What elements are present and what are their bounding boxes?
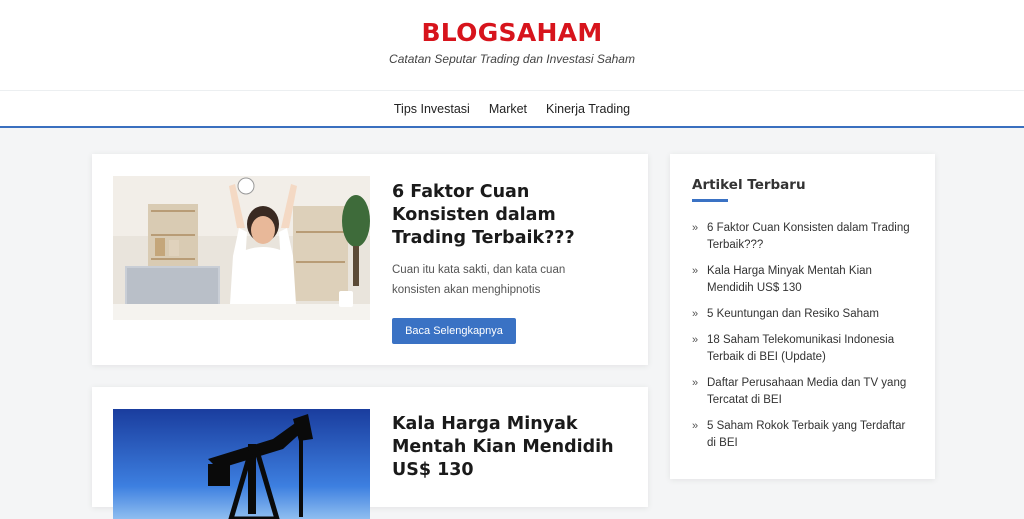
chevron-right-icon: » [692,308,699,320]
recent-article-link[interactable]: » 5 Saham Rokok Terbaik yang Terdaftar di… [692,418,917,452]
read-more-button[interactable]: Baca Selengkapnya [392,318,516,344]
recent-article-link[interactable]: » 18 Saham Telekomunikasi Indonesia Terba… [692,332,917,366]
post-excerpt: Cuan itu kata sakti, dan kata cuan konsi… [392,264,566,296]
chevron-right-icon: » [692,377,699,389]
widget-title: Artikel Terbaru [692,177,806,193]
nav-item-kinerja-trading[interactable]: Kinerja Trading [546,102,630,116]
recent-article-link[interactable]: » Daftar Perusahaan Media dan TV yang Ter… [692,375,917,409]
chevron-right-icon: » [692,420,699,432]
site-tagline: Catatan Seputar Trading dan Investasi Sa… [389,52,635,66]
recent-articles-list: » 6 Faktor Cuan Konsisten dalam Trading T… [692,220,917,461]
main-nav: Tips Investasi Market Kinerja Trading [0,90,1024,128]
recent-article-link[interactable]: » Kala Harga Minyak Mentah Kian Mendidih … [692,263,917,297]
chevron-right-icon: » [692,334,699,346]
chevron-right-icon: » [692,265,699,277]
nav-item-market[interactable]: Market [489,102,527,116]
recent-article-link[interactable]: » 6 Faktor Cuan Konsisten dalam Trading T… [692,220,917,254]
nav-item-tips-investasi[interactable]: Tips Investasi [394,102,470,116]
site-header: BLOGSAHAM Catatan Seputar Trading dan In… [0,0,1024,90]
post-title[interactable]: Kala Harga Minyak Mentah Kian Mendidih U… [392,413,632,482]
site-title[interactable]: BLOGSAHAM [0,18,1024,47]
post-title[interactable]: 6 Faktor Cuan Konsisten dalam Trading Te… [392,181,632,250]
post-thumbnail-celebrating-person-photo[interactable] [113,176,370,320]
post-card: Kala Harga Minyak Mentah Kian Mendidih U… [92,387,648,519]
widget-title-underline [692,199,728,202]
chevron-right-icon: » [692,222,699,234]
recent-articles-widget: Artikel Terbaru » 6 Faktor Cuan Konsisten… [670,154,935,479]
post-thumbnail-oil-pump-silhouette-photo[interactable] [113,409,370,519]
post-card: 6 Faktor Cuan Konsisten dalam Trading Te… [92,154,648,365]
recent-article-link[interactable]: » 5 Keuntungan dan Resiko Saham [692,306,917,323]
